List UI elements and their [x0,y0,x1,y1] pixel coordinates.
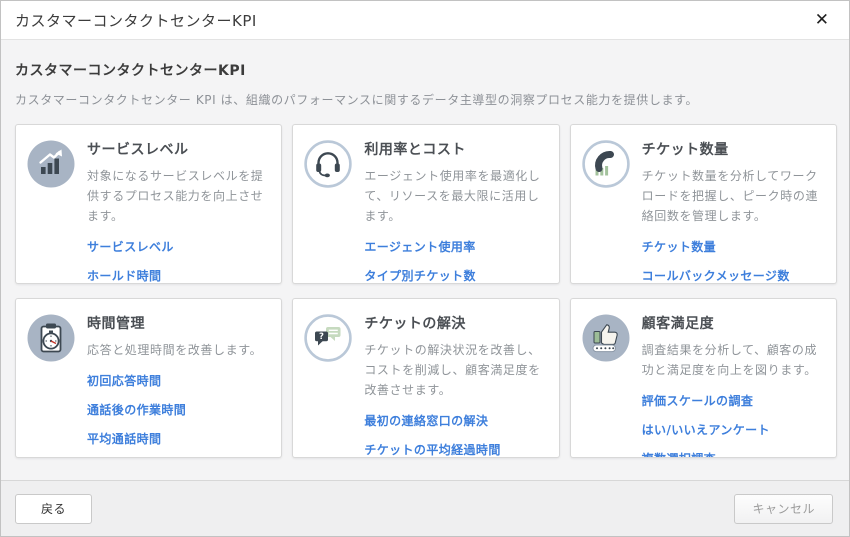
kpi-link[interactable]: ホールド時間 [87,267,269,284]
stopwatch-clipboard-icon [27,314,75,362]
card-main: 時間管理 応答と処理時間を改善します。 初回応答時間 通話後の作業時間 平均通話… [87,312,269,447]
kpi-link[interactable]: コールバックメッセージ数 [642,267,824,284]
card-description: エージェント使用率を最適化して、リソースを最大限に活用します。 [364,166,546,226]
section-description: カスタマーコンタクトセンター KPI は、組織のパフォーマンスに関するデータ主導… [15,91,837,108]
section-heading: カスタマーコンタクトセンターKPI [15,60,837,80]
kpi-link[interactable]: タイプ別チケット数 [364,267,546,284]
kpi-dialog-window: カスタマーコンタクトセンターKPI ✕ カスタマーコンタクトセンターKPI カス… [0,0,850,537]
kpi-link[interactable]: 通話後の作業時間 [87,401,269,418]
kpi-card-time-management: 時間管理 応答と処理時間を改善します。 初回応答時間 通話後の作業時間 平均通話… [15,298,282,458]
kpi-card-service-level: サービスレベル 対象になるサービスレベルを提供するプロセス能力を向上させます。 … [15,124,282,284]
headset-icon [304,140,352,188]
kpi-link[interactable]: 複数選択調査 [642,450,824,458]
dialog-body: カスタマーコンタクトセンターKPI カスタマーコンタクトセンター KPI は、組… [1,40,849,480]
card-links: 初回応答時間 通話後の作業時間 平均通話時間 平均処理時間 [87,372,269,458]
card-links: エージェント使用率 タイプ別チケット数 チャンネル別チケット数 チケット当たりコ… [364,238,546,284]
footer: 戻る キャンセル [1,480,849,536]
kpi-link[interactable]: チケット数量 [642,238,824,255]
chat-question-icon: ? [304,314,352,362]
phone-volume-icon [582,140,630,188]
card-description: 対象になるサービスレベルを提供するプロセス能力を向上させます。 [87,166,269,226]
card-links: チケット数量 コールバックメッセージ数 ピーク時間トラフィック数 [642,238,824,284]
card-title: サービスレベル [87,139,269,159]
card-title: チケット数量 [642,139,824,159]
kpi-link[interactable]: 最初の連絡窓口の解決 [364,412,546,429]
card-description: 調査結果を分析して、顧客の成功と満足度を向上を図ります。 [642,340,824,380]
card-description: チケット数量を分析してワークロードを把握し、ピーク時の連絡回数を管理します。 [642,166,824,226]
kpi-link[interactable]: 平均通話時間 [87,430,269,447]
card-title: 利用率とコスト [364,139,546,159]
kpi-link[interactable]: サービスレベル [87,238,269,255]
kpi-link[interactable]: 評価スケールの調査 [642,392,824,409]
card-main: チケットの解決 チケットの解決状況を改善し、コストを削減し、顧客満足度を改善させ… [364,312,546,447]
kpi-card-utilization-cost: 利用率とコスト エージェント使用率を最適化して、リソースを最大限に活用します。 … [292,124,559,284]
card-links: 最初の連絡窓口の解決 チケットの平均経過時間 [364,412,546,458]
svg-text:?: ? [319,332,324,342]
card-main: サービスレベル 対象になるサービスレベルを提供するプロセス能力を向上させます。 … [87,138,269,273]
kpi-card-ticket-volume: チケット数量 チケット数量を分析してワークロードを把握し、ピーク時の連絡回数を管… [570,124,837,284]
kpi-link[interactable]: チケットの平均経過時間 [364,441,546,458]
card-main: 利用率とコスト エージェント使用率を最適化して、リソースを最大限に活用します。 … [364,138,546,273]
thumbs-up-icon [582,314,630,362]
kpi-cards-grid: サービスレベル 対象になるサービスレベルを提供するプロセス能力を向上させます。 … [15,124,837,458]
close-icon[interactable]: ✕ [811,8,833,33]
card-title: チケットの解決 [364,313,546,333]
card-title: 顧客満足度 [642,313,824,333]
card-links: 評価スケールの調査 はい/いいえアンケート 複数選択調査 [642,392,824,458]
card-main: 顧客満足度 調査結果を分析して、顧客の成功と満足度を向上を図ります。 評価スケー… [642,312,824,447]
card-title: 時間管理 [87,313,269,333]
card-description: チケットの解決状況を改善し、コストを削減し、顧客満足度を改善させます。 [364,340,546,400]
card-description: 応答と処理時間を改善します。 [87,340,269,360]
kpi-card-customer-satisfaction: 顧客満足度 調査結果を分析して、顧客の成功と満足度を向上を図ります。 評価スケー… [570,298,837,458]
card-main: チケット数量 チケット数量を分析してワークロードを把握し、ピーク時の連絡回数を管… [642,138,824,273]
card-links: サービスレベル ホールド時間 放棄率 平均応答速度 [87,238,269,284]
kpi-card-ticket-resolution: ? チケットの解決 チケットの解決状況を改善し、コストを削減し、顧客満足度を改善… [292,298,559,458]
back-button[interactable]: 戻る [15,494,92,524]
kpi-link[interactable]: 初回応答時間 [87,372,269,389]
kpi-link[interactable]: はい/いいえアンケート [642,421,824,438]
bar-chart-growth-icon [27,140,75,188]
cancel-button[interactable]: キャンセル [734,494,833,524]
titlebar: カスタマーコンタクトセンターKPI ✕ [1,1,849,40]
kpi-link[interactable]: エージェント使用率 [364,238,546,255]
window-title: カスタマーコンタクトセンターKPI [15,10,257,31]
